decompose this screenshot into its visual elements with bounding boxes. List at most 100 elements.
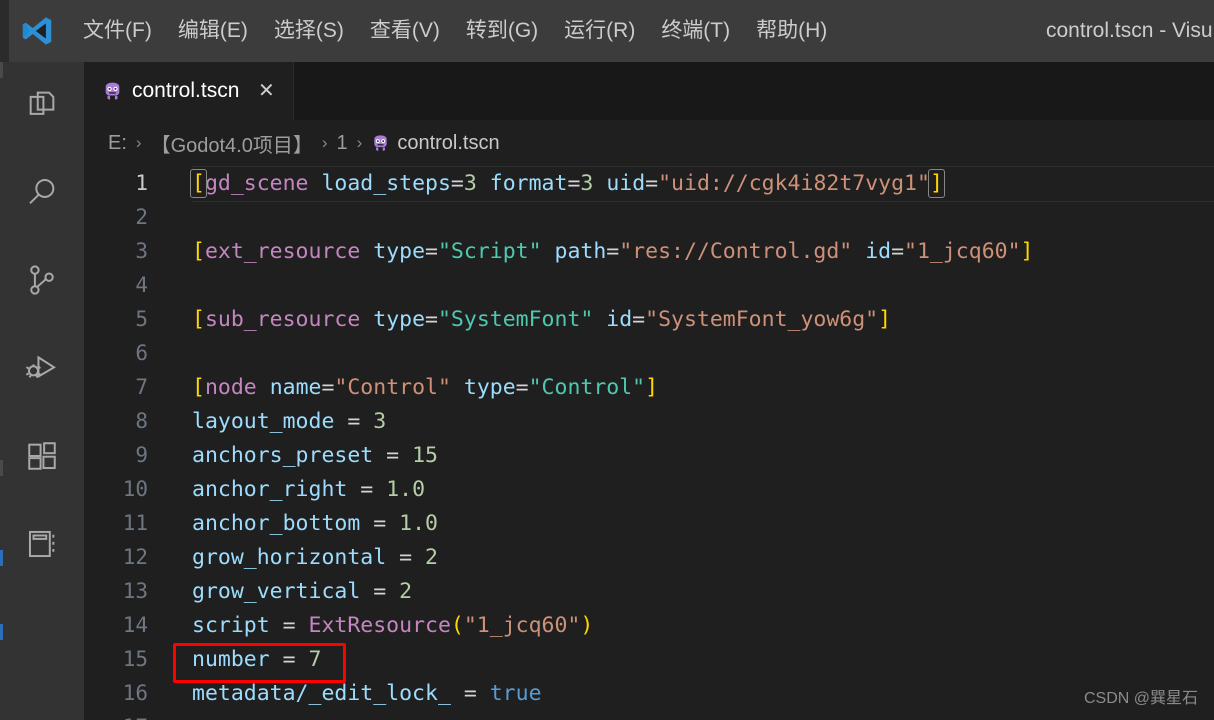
code-line[interactable]: 14 script = ExtResource("1_jcq60"): [84, 608, 1214, 642]
code-line-text: [gd_scene load_steps=3 format=3 uid="uid…: [170, 168, 945, 198]
code-token: "Script": [437, 238, 542, 264]
code-line-text: anchor_right = 1.0: [170, 477, 425, 502]
menu-edit[interactable]: 编辑(E): [165, 12, 261, 49]
code-token: type: [373, 306, 426, 332]
code-token: format: [489, 170, 568, 196]
code-line[interactable]: 7 [node name="Control" type="Control"]: [84, 370, 1214, 404]
tab-close-icon[interactable]: ✕: [255, 81, 277, 101]
tab-bar: control.tscn ✕: [84, 62, 1214, 120]
code-token: ]: [878, 306, 892, 332]
code-line[interactable]: 5 [sub_resource type="SystemFont" id="Sys…: [84, 302, 1214, 336]
code-token: 2: [425, 544, 438, 570]
code-line[interactable]: 16 metadata/_edit_lock_ = true: [84, 676, 1214, 710]
line-number: 12: [122, 545, 148, 569]
tab-control-tscn[interactable]: control.tscn ✕: [84, 62, 295, 120]
menu-help[interactable]: 帮助(H): [743, 12, 840, 49]
code-token: =: [515, 374, 529, 400]
menu-bar: 文件(F) 编辑(E) 选择(S) 查看(V) 转到(G) 运行(R) 终端(T…: [70, 12, 840, 49]
code-line[interactable]: 1 [gd_scene load_steps=3 format=3 uid="ui…: [84, 166, 1214, 202]
code-token: "res://Control.gd": [619, 238, 853, 264]
code-token: type: [463, 374, 516, 400]
code-token: "SystemFont": [437, 306, 594, 332]
code-token: id: [606, 306, 633, 332]
code-token: ext_resource: [204, 238, 361, 264]
menu-terminal[interactable]: 终端(T): [648, 12, 743, 49]
menu-selection[interactable]: 选择(S): [261, 12, 357, 49]
breadcrumb-item-file[interactable]: control.tscn: [371, 132, 500, 155]
code-token: metadata/_edit_lock_: [192, 680, 451, 706]
vscode-window: 文件(F) 编辑(E) 选择(S) 查看(V) 转到(G) 运行(R) 终端(T…: [0, 0, 1214, 720]
activity-bar: [0, 62, 84, 720]
extensions-blocks-icon: [25, 439, 59, 478]
activity-run-debug[interactable]: [0, 326, 84, 414]
code-line[interactable]: 6: [84, 336, 1214, 370]
code-line-text: metadata/_edit_lock_ = true: [170, 681, 542, 706]
chevron-right-icon: ›: [321, 133, 328, 152]
activity-notebook[interactable]: [0, 502, 84, 590]
code-line[interactable]: 10 anchor_right = 1.0: [84, 472, 1214, 506]
menu-go[interactable]: 转到(G): [453, 12, 551, 49]
source-control-branch-icon: [25, 263, 59, 302]
line-number: 10: [122, 477, 148, 501]
code-token: 15: [412, 442, 438, 468]
activity-extensions[interactable]: [0, 414, 84, 502]
code-token: ): [580, 612, 594, 638]
menu-run[interactable]: 运行(R): [551, 12, 648, 49]
code-token: type: [373, 238, 426, 264]
code-line[interactable]: 3 [ext_resource type="Script" path="res:/…: [84, 234, 1214, 268]
code-editor[interactable]: 1 [gd_scene load_steps=3 format=3 uid="ui…: [84, 166, 1214, 720]
code-line[interactable]: 17: [84, 710, 1214, 720]
code-token: sub_resource: [204, 306, 361, 332]
code-line[interactable]: 12 grow_horizontal = 2: [84, 540, 1214, 574]
activity-explorer[interactable]: [0, 62, 84, 150]
code-line[interactable]: 2: [84, 200, 1214, 234]
rail-tick-active: [0, 624, 3, 640]
code-token: 7: [308, 646, 322, 672]
bracket-match: ]: [927, 168, 945, 198]
code-token: [: [192, 238, 205, 264]
code-token: ]: [645, 374, 659, 400]
code-token: [: [192, 306, 205, 332]
code-token: true: [489, 680, 542, 706]
code-token: layout_mode: [192, 408, 335, 434]
code-line[interactable]: 11 anchor_bottom = 1.0: [84, 506, 1214, 540]
code-token: =: [425, 306, 438, 332]
code-token: =: [567, 170, 581, 196]
code-token: =: [347, 476, 387, 502]
breadcrumb-item-drive[interactable]: E:: [108, 132, 127, 155]
code-line-text: grow_horizontal = 2: [170, 545, 438, 570]
activity-source-control[interactable]: [0, 238, 84, 326]
code-token: gd_scene: [204, 170, 309, 196]
code-line-text: [ext_resource type="Script" path="res://…: [170, 239, 1033, 264]
code-line[interactable]: 8 layout_mode = 3: [84, 404, 1214, 438]
line-number: 6: [135, 341, 148, 365]
vscode-logo-icon: [18, 12, 56, 50]
code-line-text: [node name="Control" type="Control"]: [170, 375, 658, 400]
code-token: =: [321, 374, 335, 400]
code-token: ]: [1020, 238, 1034, 264]
window-edge-strip: [0, 0, 9, 62]
explorer-files-icon: [25, 87, 59, 126]
code-token: anchor_right: [192, 476, 348, 502]
code-token: grow_vertical: [192, 578, 361, 604]
code-token: =: [360, 510, 400, 536]
code-token: =: [645, 170, 659, 196]
code-token: =: [269, 646, 309, 672]
menu-view[interactable]: 查看(V): [357, 12, 453, 49]
activity-search[interactable]: [0, 150, 84, 238]
code-line[interactable]: 4: [84, 268, 1214, 302]
code-line[interactable]: 13 grow_vertical = 2: [84, 574, 1214, 608]
breadcrumb-item-project[interactable]: 【Godot4.0项目】: [151, 129, 313, 158]
code-token: "SystemFont_yow6g": [645, 306, 879, 332]
breadcrumb-label: E:: [108, 131, 127, 154]
line-number: 5: [135, 307, 148, 331]
code-line[interactable]: 15 number = 7: [84, 642, 1214, 676]
code-line[interactable]: 9 anchors_preset = 15: [84, 438, 1214, 472]
breadcrumb-label: 1: [336, 131, 348, 154]
menu-file[interactable]: 文件(F): [70, 12, 165, 49]
line-number: 15: [122, 647, 148, 671]
code-token: "1_jcq60": [463, 612, 581, 638]
code-token: name: [269, 374, 322, 400]
breadcrumb-item-folder[interactable]: 1: [337, 132, 348, 155]
